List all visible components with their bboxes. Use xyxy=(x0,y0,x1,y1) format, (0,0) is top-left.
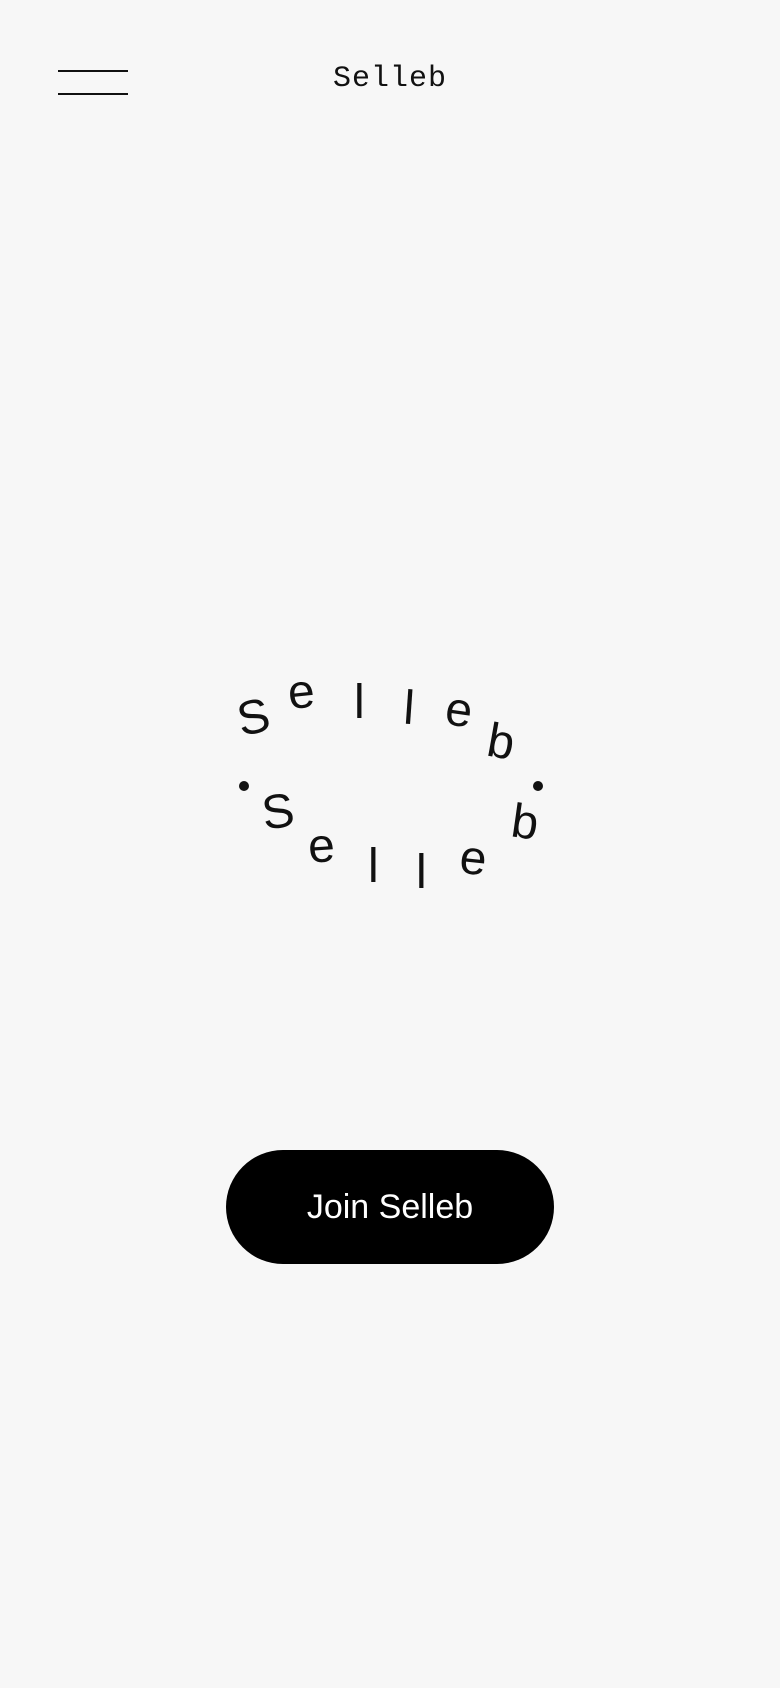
logo-top-letter-s: S xyxy=(232,688,274,746)
circular-selleb-logo: S e l l e b S e l l e b xyxy=(232,665,543,899)
brand-title: Selleb xyxy=(332,62,448,96)
logo-bottom-letter-l1: l xyxy=(368,840,379,893)
logo-top-letter-l1: l xyxy=(354,676,365,729)
logo-top-letter-e1: e xyxy=(285,665,317,721)
logo-bottom-letter-b: b xyxy=(508,795,542,851)
logo-bottom-letter-e2: e xyxy=(457,831,489,887)
logo-separator-dot-right xyxy=(533,781,543,791)
join-selleb-button[interactable]: Join Selleb xyxy=(226,1150,554,1264)
logo-bottom-letter-l2: l xyxy=(416,846,427,899)
app-header: Selleb xyxy=(0,0,780,170)
logo-top-letter-e2: e xyxy=(442,682,476,738)
logo-bottom-letter-e1: e xyxy=(306,819,336,874)
logo-bottom-letter-s: S xyxy=(259,784,298,841)
logo-top-letter-b: b xyxy=(483,714,519,771)
logo-top-letter-l2: l xyxy=(402,682,416,736)
logo-separator-dot-left xyxy=(239,781,249,791)
